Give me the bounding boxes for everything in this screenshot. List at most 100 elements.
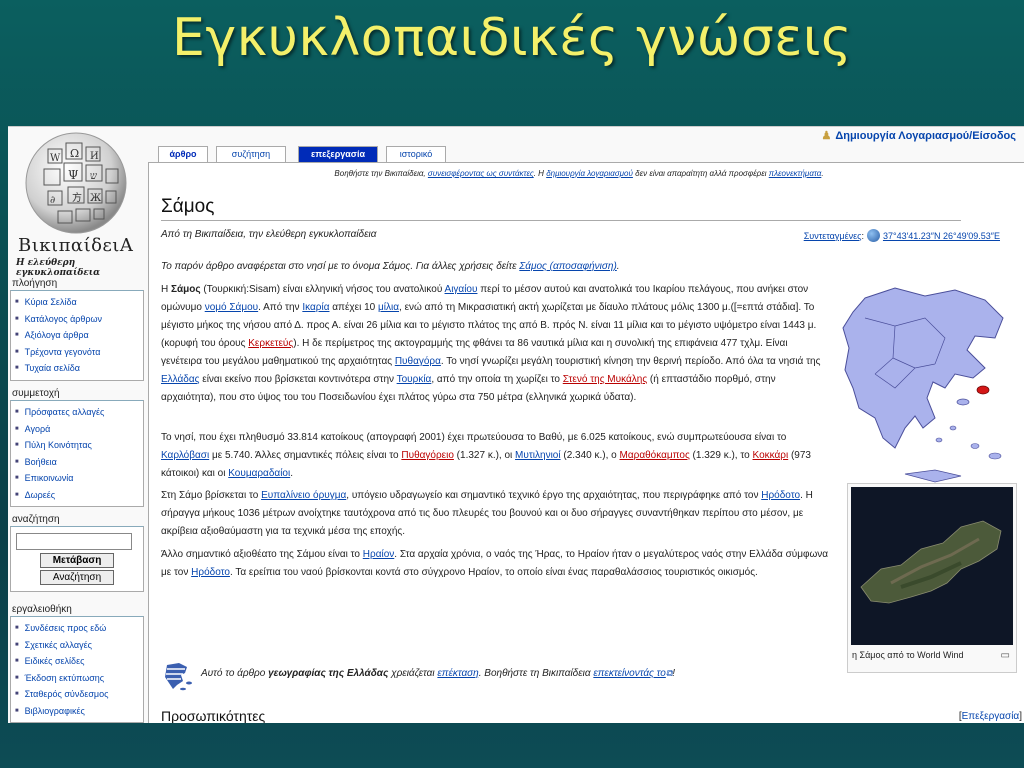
navigation-portlet: πλοήγηση Κύρια Σελίδα Κατάλογος άρθρων Α… <box>10 277 144 381</box>
link-eupalinos[interactable]: Ευπαλίνειο όρυγμα <box>261 490 346 501</box>
link-aegean[interactable]: Αιγαίου <box>445 284 478 295</box>
nav-main-page[interactable]: Κύρια Σελίδα <box>15 294 141 311</box>
link-herodotus-2[interactable]: Ηρόδοτο <box>191 567 230 578</box>
link-kerketeus[interactable]: Κερκετεύς <box>248 338 293 349</box>
link-herodotus-1[interactable]: Ηρόδοτο <box>761 490 800 501</box>
tool-related-changes[interactable]: Σχετικές αλλαγές <box>15 637 141 654</box>
notice-text: . Η <box>533 169 547 178</box>
tab-edit[interactable]: επεξεργασία <box>298 146 378 163</box>
tab-discussion[interactable]: συζήτηση <box>216 146 286 163</box>
site-notice: Βοηθήστε την Βικιπαίδεια, συνεισφέροντας… <box>149 169 1009 178</box>
svg-text:方: 方 <box>72 191 82 204</box>
svg-text:Ψ: Ψ <box>68 168 79 182</box>
navigation-box: Κύρια Σελίδα Κατάλογος άρθρων Αξιόλογα ά… <box>10 290 144 381</box>
nav-help[interactable]: Βοήθεια <box>15 454 141 471</box>
search-input[interactable] <box>16 533 132 550</box>
notice-text: δεν είναι απαραίτητη αλλά προσφέρει <box>632 169 769 178</box>
tab-article[interactable]: άρθρο <box>158 146 208 163</box>
coordinates-label-link[interactable]: Συντεταγμένες <box>804 231 862 241</box>
search-button[interactable]: Αναζήτηση <box>40 570 114 585</box>
tool-cite[interactable]: Βιβλιογραφικές <box>15 703 141 720</box>
toolbox-portlet: εργαλειοθήκη Συνδέσεις προς εδώ Σχετικές… <box>10 603 144 723</box>
stub-text-part: ! <box>672 668 676 679</box>
coordinates: Συντεταγμένες: 37°43′41.23″N 26°49′09.53″… <box>803 229 1000 242</box>
section-edit-link[interactable]: Επεξεργασία <box>962 711 1020 722</box>
magnify-icon[interactable]: ▭ <box>1001 650 1010 661</box>
link-pythagoreio[interactable]: Πυθαγόρειο <box>401 450 454 461</box>
link-ikaria[interactable]: Ικαρία <box>302 302 329 313</box>
community-portlet: συμμετοχή Πρόσφατες αλλαγές Αγορά Πύλη Κ… <box>10 387 144 507</box>
globe-icon[interactable] <box>866 229 880 242</box>
nav-article-list[interactable]: Κατάλογος άρθρων <box>15 311 141 328</box>
link-koumaradaioi[interactable]: Κουμαραδαίοι <box>228 468 290 479</box>
tool-special-pages[interactable]: Ειδικές σελίδες <box>15 653 141 670</box>
login-link[interactable]: Δημιουργία Λογαριασμού/Είσοδος <box>835 130 1016 142</box>
paragraph-2: Το νησί, που έχει πληθυσμό 33.814 κατοίκ… <box>161 432 811 479</box>
link-turkey[interactable]: Τουρκία <box>397 374 432 385</box>
section-heading: Προσωπικότητες <box>161 708 266 723</box>
link-mytilinioi[interactable]: Μυτιληνιοί <box>515 450 561 461</box>
link-karlovasi[interactable]: Καρλόβασι <box>161 450 209 461</box>
svg-text:Ж: Ж <box>90 193 102 204</box>
nav-current-events[interactable]: Τρέχοντα γεγονότα <box>15 344 141 361</box>
link-kokkari[interactable]: Κοκκάρι <box>753 450 789 461</box>
notice-benefits-link[interactable]: πλεονεκτήματα <box>769 169 822 178</box>
section-edit: [Επεξεργασία] <box>958 711 1022 722</box>
logo-slogan: Η ελεύθερη εγκυκλοπαίδεια <box>16 258 101 278</box>
notice-create-account-link[interactable]: δημιουργία λογαριασμού <box>546 169 633 178</box>
nav-community-portal[interactable]: Πύλη Κοινότητας <box>15 437 141 454</box>
island-photo-thumb: η Σάμος από το World Wind ▭ <box>847 483 1017 673</box>
stub-text: Αυτό το άρθρο γεωγραφίας της Ελλάδας χρε… <box>201 668 675 679</box>
paragraph-4: Άλλο σημαντικό αξιοθέατο της Σάμου είναι… <box>161 549 829 578</box>
nav-contact[interactable]: Επικοινωνία <box>15 470 141 487</box>
paragraph-3: Στη Σάμο βρίσκεται το Ευπαλίνειο όρυγμα,… <box>161 490 813 537</box>
disambiguation-text: Το παρόν άρθρο αναφέρεται στο νησί με το… <box>161 261 520 272</box>
stub-topic: γεωγραφίας της Ελλάδας <box>268 668 389 679</box>
stub-text-part: . Βοηθήστε τη Βικιπαίδεια <box>478 668 594 679</box>
satellite-photo[interactable] <box>851 487 1013 645</box>
community-title: συμμετοχή <box>12 388 60 399</box>
notice-text: Βοηθήστε την Βικιπαίδεια, <box>334 169 428 178</box>
tool-printable-version[interactable]: Έκδοση εκτύπωσης <box>15 670 141 687</box>
tool-permanent-link[interactable]: Σταθερός σύνδεσμος <box>15 686 141 703</box>
slide-title: Εγκυκλοπαιδικές γνώσεις <box>171 8 853 68</box>
stub-expansion-link[interactable]: επέκταση <box>437 668 478 679</box>
stub-text-part: χρειάζεται <box>388 668 438 679</box>
disambiguation-link[interactable]: Σάμος (αποσαφήνιση) <box>519 261 616 272</box>
article-content: Βοηθήστε την Βικιπαίδεια, συνεισφέροντας… <box>148 162 1024 723</box>
notice-text: . <box>821 169 824 178</box>
site-sub: Από τη Βικιπαίδεια, την ελεύθερη εγκυκλο… <box>161 229 377 240</box>
notice-contribute-link[interactable]: συνεισφέροντας ως συντάκτες <box>428 169 534 178</box>
greece-map-flag-icon <box>165 663 192 691</box>
personal-tools: ♟ Δημιουργία Λογαριασμού/Είσοδος <box>821 129 1016 142</box>
svg-text:Ω: Ω <box>70 147 79 160</box>
nav-donations[interactable]: Δωρεές <box>15 487 141 504</box>
photo-caption: η Σάμος από το World Wind <box>852 650 964 660</box>
nav-market[interactable]: Αγορά <box>15 421 141 438</box>
stub-text-part: Αυτό το άρθρο <box>201 668 269 679</box>
coordinates-value-link[interactable]: 37°43′41.23″N 26°49′09.53″E <box>883 231 1000 241</box>
user-icon: ♟ <box>821 130 832 142</box>
search-portlet: αναζήτηση Μετάβαση Αναζήτηση <box>10 513 144 592</box>
greece-location-map[interactable] <box>835 278 1017 490</box>
link-mykale-strait[interactable]: Στενό της Μυκάλης <box>563 374 647 385</box>
link-miles[interactable]: μίλια <box>378 302 399 313</box>
wikipedia-screenshot: W Ω И Ψ ש ∂ 方 Ж ΒικιπαίδειΑ Η ελεύθερη ε… <box>8 126 1024 723</box>
tool-what-links-here[interactable]: Συνδέσεις προς εδώ <box>15 620 141 637</box>
svg-text:W: W <box>50 153 61 164</box>
toolbox-title: εργαλειοθήκη <box>12 604 72 615</box>
stub-expand-link[interactable]: επεκτείνοντάς το <box>593 668 666 679</box>
tab-history[interactable]: ιστορικό <box>386 146 446 163</box>
nav-recent-changes[interactable]: Πρόσφατες αλλαγές <box>15 404 141 421</box>
paragraph-1: Η Σάμος (Τουρκική:Sisam) είναι ελληνική … <box>161 284 821 403</box>
logo-name: ΒικιπαίδειΑ <box>18 235 134 256</box>
link-samos-prefecture[interactable]: νομό Σάμου <box>205 302 258 313</box>
nav-featured[interactable]: Αξιόλογα άρθρα <box>15 327 141 344</box>
link-pythagoras[interactable]: Πυθαγόρα <box>395 356 441 367</box>
nav-random[interactable]: Τυχαία σελίδα <box>15 360 141 377</box>
link-marathokampos[interactable]: Μαραθόκαμπος <box>620 450 690 461</box>
link-greece[interactable]: Ελλάδας <box>161 374 199 385</box>
go-button[interactable]: Μετάβαση <box>40 553 114 568</box>
navigation-title: πλοήγηση <box>12 278 58 289</box>
link-heraion[interactable]: Ηραίον <box>363 549 394 560</box>
